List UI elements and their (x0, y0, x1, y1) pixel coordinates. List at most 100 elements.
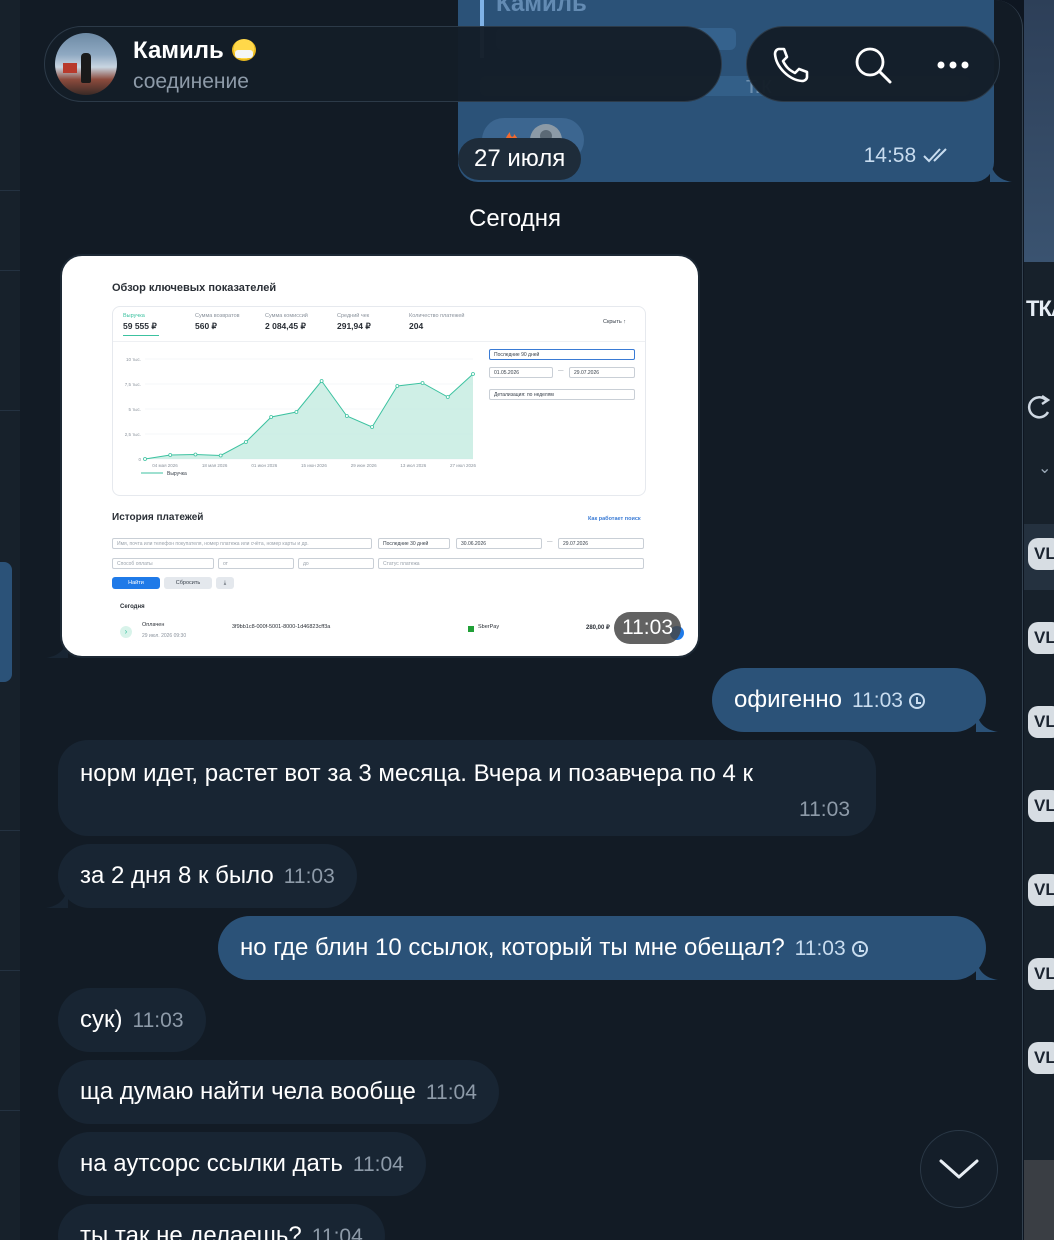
right-pane-header-bg (1024, 0, 1054, 262)
right-pane-title: ТКА (1026, 296, 1054, 321)
message-text: ща думаю найти чела вообще (80, 1078, 416, 1105)
date-from-field: 01.05.2026 (489, 367, 553, 378)
download-icon: ⤓ (216, 577, 234, 589)
chevron-down-icon[interactable]: ⌄ (1038, 458, 1051, 478)
refresh-icon[interactable] (1024, 390, 1054, 426)
history-to-field: 29.07.2026 (558, 538, 644, 549)
message-text: офигенно (734, 686, 842, 713)
selected-chat-indicator[interactable] (0, 562, 12, 682)
metric-value: 291,94 ₽ (337, 321, 371, 331)
chat-window: Камиль т.к 14:58 27 июля Сегодня Обзор к… (20, 0, 1023, 1240)
row-method: SberPay (478, 624, 500, 630)
metric-value: 2 084,45 ₽ (265, 321, 306, 331)
badge[interactable]: VL (1028, 874, 1054, 906)
divider (0, 270, 20, 271)
metric-label: Средний чек (337, 313, 370, 319)
chat-header[interactable]: Камиль соединение (44, 26, 722, 102)
revenue-point (445, 395, 450, 399)
revenue-point (294, 410, 299, 414)
revenue-point (218, 453, 223, 458)
message-time: 14:58 (864, 144, 954, 168)
phone-icon[interactable] (767, 41, 815, 89)
y-tick-label: 10 тыс. (126, 357, 141, 362)
history-title: История платежей (112, 512, 204, 523)
row-status: Оплачен (142, 622, 165, 628)
pay-status-select: Статус платежа (378, 558, 644, 569)
dashboard-title: Обзор ключевых показателей (112, 282, 277, 294)
x-tick-label: 29 июн 2026 (351, 463, 377, 468)
incoming-message[interactable]: сук) 11:03 (58, 988, 206, 1052)
contact-name-text: Камиль (133, 37, 224, 64)
metric-label: Сумма комиссий (265, 313, 308, 319)
incoming-message[interactable]: за 2 дня 8 к было 11:03 (58, 844, 357, 908)
divider (0, 970, 20, 971)
badge[interactable]: VL (1028, 706, 1054, 738)
message-time: 11:04 (311, 1225, 363, 1240)
x-tick-label: 04 мая 2026 (152, 463, 178, 468)
pending-clock-icon (851, 941, 868, 957)
message-text: ты так не делаешь? (80, 1222, 302, 1240)
reply-quote-name: Камиль (496, 0, 587, 17)
metric-label: Количество платежей (409, 313, 465, 319)
bubble-tail (976, 958, 998, 980)
x-tick-label: 18 мая 2026 (202, 463, 228, 468)
message-time: 11:03 (283, 865, 335, 888)
x-tick-label: 01 июн 2026 (251, 463, 277, 468)
x-tick-label: 15 июн 2026 (301, 463, 327, 468)
how-search-link: Как работает поиск (588, 516, 641, 522)
badge[interactable]: VL (1028, 622, 1054, 654)
message-text: норм идет, растет вот за 3 месяца. Вчера… (80, 760, 753, 787)
incoming-message[interactable]: ща думаю найти чела вообще 11:04 (58, 1060, 499, 1124)
search-icon[interactable] (849, 41, 897, 89)
legend-label: Выручка (167, 471, 187, 477)
y-tick-label: 0 (138, 457, 141, 462)
header-actions (746, 26, 1000, 102)
right-pane-bottom-image (1024, 1160, 1054, 1240)
message-time: 11:03 (794, 937, 846, 960)
y-tick-label: 7,5 тыс. (125, 382, 141, 387)
row-payment-id: 3f9bb1c8-000f-5001-8000-1d46823cff3a (232, 624, 331, 630)
payments-search-field: Имя, почта или телефон покупателя, номер… (112, 538, 372, 549)
y-tick-label: 2,5 тыс. (125, 432, 141, 437)
divider (113, 341, 645, 342)
message-time: 11:04 (425, 1081, 477, 1104)
divider (0, 830, 20, 831)
badge[interactable]: VL (1028, 790, 1054, 822)
date-range-dash: — (558, 368, 564, 374)
contact-name[interactable]: Камиль (133, 37, 256, 65)
floating-date-chip: 27 июля (458, 138, 582, 180)
double-check-icon (923, 148, 947, 163)
outgoing-message[interactable]: но где блин 10 ссылок, который ты мне об… (218, 916, 986, 980)
metric-value: 204 (409, 321, 424, 331)
chat-list-pane (0, 0, 21, 1240)
metric-label: Сумма возвратов (195, 313, 240, 319)
image-message[interactable]: Обзор ключевых показателей Выручка 59 55… (60, 254, 700, 658)
row-date: 29 июл. 2026 09:30 (142, 633, 187, 639)
scroll-to-bottom-button[interactable] (920, 1130, 998, 1208)
badge[interactable]: VL (1028, 1042, 1054, 1074)
mask-emoji-icon (231, 39, 256, 61)
revenue-point (193, 452, 198, 457)
divider (0, 190, 20, 191)
amount-from-field: от (218, 558, 294, 569)
status-success-icon: › (120, 626, 132, 638)
message-text: на аутсорс ссылки дать (80, 1150, 343, 1177)
incoming-message[interactable]: на аутсорс ссылки дать 11:04 (58, 1132, 426, 1196)
sberpay-icon (468, 626, 474, 632)
incoming-message[interactable]: ты так не делаешь? 11:04 (58, 1204, 385, 1240)
more-icon[interactable] (929, 41, 977, 89)
pending-clock-icon (908, 693, 925, 709)
x-tick-label: 27 июл 2026 (450, 463, 476, 468)
badge[interactable]: VL (1028, 958, 1054, 990)
y-tick-label: 5 тыс. (128, 407, 141, 412)
bubble-tail (990, 160, 1012, 182)
revenue-point (143, 457, 147, 461)
incoming-message[interactable]: норм идет, растет вот за 3 месяца. Вчера… (58, 740, 876, 836)
avatar[interactable] (55, 33, 117, 95)
outgoing-message[interactable]: офигенно 11:03 (712, 668, 986, 732)
message-time: 11:03 (132, 1009, 184, 1032)
revenue-chart: 10 тыс. 7,5 тыс. 5 тыс. 2,5 тыс. 0 04 мая 202… (125, 357, 477, 477)
metric-label: Выручка (123, 313, 145, 319)
badge[interactable]: VL (1028, 538, 1054, 570)
amount-to-field: до (298, 558, 374, 569)
